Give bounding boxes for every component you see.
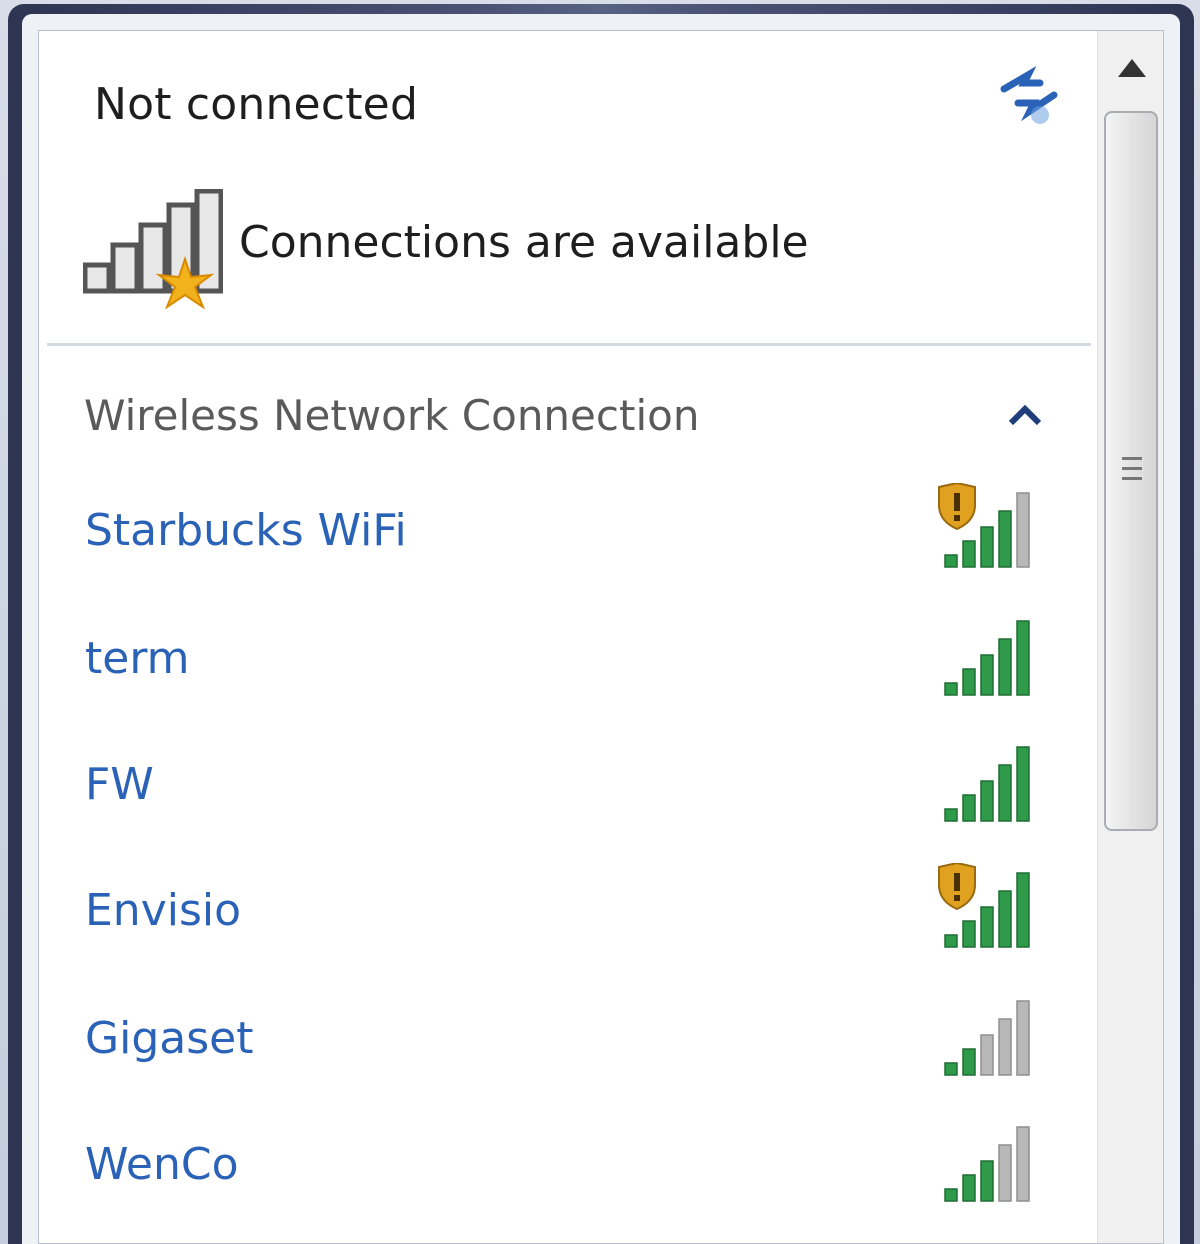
chevron-up-icon[interactable]: [1005, 399, 1045, 429]
signal-strength-warning-icon: [938, 483, 1030, 568]
signal-bar: [962, 794, 976, 822]
signal-bar: [944, 1062, 958, 1076]
signal-bar: [1016, 1000, 1030, 1076]
network-name[interactable]: Envisio: [85, 885, 241, 936]
network-item[interactable]: FW: [69, 735, 1099, 855]
connection-status-title: Not connected: [94, 79, 419, 130]
signal-bar: [980, 780, 994, 822]
signal-bar: [998, 638, 1012, 696]
signal-bar: [1016, 620, 1030, 696]
signal-bar: [944, 934, 958, 948]
network-item[interactable]: Gigaset: [69, 989, 1099, 1109]
signal-strength-warning-icon: [938, 863, 1030, 948]
signal-bar: [980, 1160, 994, 1202]
signal-bar: [1016, 746, 1030, 822]
signal-bar: [962, 1174, 976, 1202]
availability-text: Connections are available: [239, 217, 809, 268]
signal-available-icon: [83, 189, 223, 309]
signal-bar: [1016, 872, 1030, 948]
signal-bar: [962, 540, 976, 568]
signal-bar: [962, 1048, 976, 1076]
signal-strength-icon: [944, 620, 1030, 696]
signal-bar: [998, 1018, 1012, 1076]
network-name[interactable]: Starbucks WiFi: [85, 505, 407, 556]
shield-warning-icon: [938, 863, 976, 911]
refresh-arrows-icon[interactable]: [994, 59, 1064, 129]
network-name[interactable]: term: [85, 633, 190, 684]
signal-bar: [998, 764, 1012, 822]
signal-strength-icon: [944, 1126, 1030, 1202]
signal-strength-icon: [944, 746, 1030, 822]
wireless-section-title: Wireless Network Connection: [84, 391, 700, 440]
signal-bar: [998, 1144, 1012, 1202]
signal-bar: [998, 890, 1012, 948]
signal-bar: [944, 682, 958, 696]
network-name[interactable]: FW: [85, 759, 154, 810]
scroll-thumb[interactable]: [1104, 111, 1158, 831]
signal-bar: [944, 1188, 958, 1202]
scroll-up-arrow-icon[interactable]: [1110, 51, 1154, 87]
network-item[interactable]: Starbucks WiFi: [69, 481, 1099, 601]
network-list-panel: Not connected Connections are available …: [38, 30, 1164, 1244]
signal-strength-icon: [944, 1000, 1030, 1076]
signal-bar: [980, 906, 994, 948]
network-item[interactable]: term: [69, 609, 1099, 729]
network-item[interactable]: Envisio: [69, 861, 1099, 981]
signal-bar: [980, 1034, 994, 1076]
section-divider: [47, 343, 1091, 346]
signal-bar: [1016, 1126, 1030, 1202]
signal-bar: [944, 554, 958, 568]
signal-bar: [1016, 492, 1030, 568]
signal-bar: [980, 526, 994, 568]
grip-lines-icon: [1122, 457, 1142, 480]
network-item[interactable]: WenCo: [69, 1115, 1099, 1235]
signal-bar: [980, 654, 994, 696]
network-name[interactable]: Gigaset: [85, 1013, 253, 1064]
vertical-scrollbar[interactable]: [1097, 31, 1163, 1243]
signal-bar: [998, 510, 1012, 568]
network-name[interactable]: WenCo: [85, 1139, 239, 1190]
signal-bar: [962, 668, 976, 696]
shield-warning-icon: [938, 483, 976, 531]
signal-bar: [962, 920, 976, 948]
network-flyout-window: Not connected Connections are available …: [0, 0, 1200, 1244]
signal-bar: [944, 808, 958, 822]
